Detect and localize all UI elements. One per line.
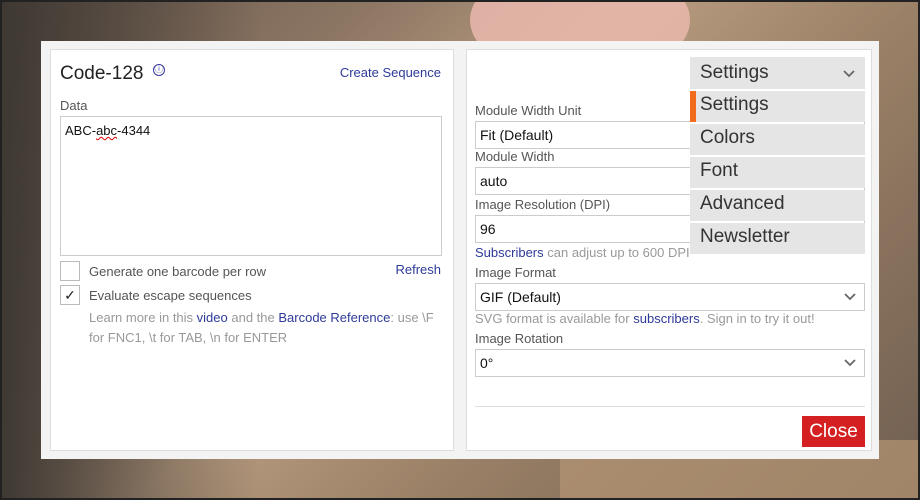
select-value: Fit (Default) (480, 127, 554, 143)
barcode-type-title: Code-128 (60, 63, 144, 84)
dpi-hint: Subscribers can adjust up to 600 DPI (475, 245, 690, 260)
chevron-down-icon (844, 359, 856, 367)
per-row-label: Generate one barcode per row (89, 264, 267, 279)
options-tab-menu: Settings Settings Colors Font Advanced N… (690, 57, 865, 256)
subscribers-link[interactable]: Subscribers (475, 245, 544, 260)
per-row-checkbox[interactable] (60, 261, 80, 281)
image-rotation-select[interactable]: 0° (475, 349, 865, 377)
close-button[interactable]: Close (802, 416, 865, 447)
divider (475, 406, 865, 407)
barcode-reference-link[interactable]: Barcode Reference (278, 310, 390, 325)
help-text: Learn more in this (89, 310, 197, 325)
data-text: ABC- (65, 123, 97, 138)
video-link[interactable]: video (197, 310, 228, 325)
tab-font[interactable]: Font (690, 157, 865, 188)
tab-advanced[interactable]: Advanced (690, 190, 865, 221)
escape-help-text: Learn more in this video and the Barcode… (89, 308, 439, 348)
format-hint: SVG format is available for subscribers.… (475, 311, 815, 326)
escape-sequences-label: Evaluate escape sequences (89, 288, 252, 303)
chevron-down-icon (843, 70, 855, 78)
data-text-misspelled: abc (96, 123, 118, 138)
info-icon[interactable]: ⓘ (153, 64, 165, 76)
left-panel: Code-128 ⓘ Create Sequence Data ABC-abc-… (50, 49, 454, 451)
input-value: auto (480, 173, 508, 189)
image-rotation-label: Image Rotation (475, 331, 564, 346)
subscribers-link[interactable]: subscribers (633, 311, 699, 326)
chevron-down-icon (844, 293, 856, 301)
image-format-label: Image Format (475, 265, 556, 280)
tab-settings[interactable]: Settings (690, 91, 865, 122)
hint-text: SVG format is available for (475, 311, 634, 326)
select-value: 0° (480, 355, 494, 371)
tab-dropdown-label: Settings (700, 62, 769, 83)
create-sequence-link[interactable]: Create Sequence (340, 65, 441, 80)
tab-newsletter[interactable]: Newsletter (690, 223, 865, 254)
hint-text: can adjust up to 600 DPI (543, 245, 690, 260)
module-width-unit-label: Module Width Unit (475, 103, 582, 118)
tab-colors[interactable]: Colors (690, 124, 865, 155)
select-value: GIF (Default) (480, 289, 561, 305)
input-value: 96 (480, 221, 496, 237)
dpi-label: Image Resolution (DPI) (475, 197, 611, 212)
module-width-label: Module Width (475, 149, 555, 164)
image-format-select[interactable]: GIF (Default) (475, 283, 865, 311)
hint-text: . Sign in to try it out! (699, 311, 815, 326)
data-textarea[interactable]: ABC-abc-4344 (60, 116, 442, 256)
help-text: and the (227, 310, 279, 325)
data-label: Data (60, 98, 88, 113)
refresh-link[interactable]: Refresh (395, 262, 441, 277)
data-text: -4344 (117, 123, 151, 138)
escape-sequences-checkbox[interactable]: ✓ (60, 285, 80, 305)
tab-dropdown[interactable]: Settings (690, 57, 865, 89)
